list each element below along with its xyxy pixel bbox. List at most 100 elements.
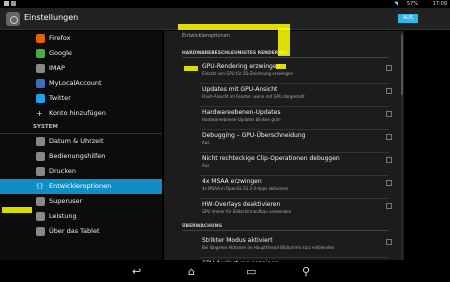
setting-title: 4x MSAA erzwingen xyxy=(202,178,262,185)
setting-summary: GPU immer für Bildschirmaufbau verwenden xyxy=(202,209,292,214)
highlight-mark xyxy=(276,64,286,69)
setting-title: GPU-Rendering erzwingen xyxy=(202,63,281,70)
setting-checkbox[interactable] xyxy=(386,65,392,71)
notification-icon xyxy=(4,1,9,6)
sidebar-item[interactable]: Bedienungshilfen xyxy=(0,149,162,164)
sidebar-item[interactable]: Twitter xyxy=(0,91,162,106)
sidebar-item-label: IMAP xyxy=(49,64,65,72)
sidebar-item-label: Google xyxy=(49,49,72,57)
setting-title: Debugging – GPU-Überschneidung xyxy=(202,132,306,139)
scrollbar-thumb[interactable] xyxy=(401,35,403,95)
info-icon xyxy=(36,227,45,236)
back-icon[interactable]: ↩ xyxy=(132,266,141,277)
sidebar-item-label: Drucken xyxy=(49,167,77,175)
sidebar-item[interactable]: {} Entwickleroptionen xyxy=(0,179,162,194)
sidebar-item-label: Bedienungshilfen xyxy=(49,152,106,160)
home-icon[interactable]: ⌂ xyxy=(188,266,195,277)
sidebar-item[interactable]: + Konto hinzufügen xyxy=(0,106,162,121)
scrollbar[interactable] xyxy=(401,31,403,260)
setting-summary: 4x MSAA in OpenGL ES 2.0-Apps aktivieren xyxy=(202,186,289,191)
hand-icon xyxy=(36,152,45,161)
setting-item[interactable]: 4x MSAA erzwingen 4x MSAA in OpenGL ES 2.… xyxy=(202,178,392,191)
braces-icon: {} xyxy=(36,182,45,191)
firefox-icon xyxy=(36,34,45,43)
clock-icon xyxy=(36,137,45,146)
setting-checkbox[interactable] xyxy=(386,134,392,140)
sidebar-item-label: Twitter xyxy=(49,94,71,102)
setting-checkbox[interactable] xyxy=(386,88,392,94)
superuser-icon xyxy=(36,197,45,206)
setting-summary: Hardwareebenen-Updates blinken grün xyxy=(202,117,281,122)
highlight-mark xyxy=(2,207,32,213)
settings-sidebar: Firefox Google IMAP MyLocalAccount Twitter + K… xyxy=(0,31,162,260)
setting-checkbox[interactable] xyxy=(386,180,392,186)
setting-item[interactable]: GPU-Rendering erzwingen Einsatz von GPU f… xyxy=(202,63,392,76)
developer-options-toggle[interactable]: AUS xyxy=(398,14,418,23)
page-title: Einstellungen xyxy=(24,13,79,22)
setting-checkbox[interactable] xyxy=(386,239,392,245)
highlight-mark xyxy=(184,66,198,71)
twitter-icon xyxy=(36,94,45,103)
setting-item[interactable]: Nicht rechteckige Clip-Operationen debug… xyxy=(202,155,392,168)
divider xyxy=(199,198,389,199)
panel-title: Entwickleroptionen xyxy=(182,33,230,39)
sidebar-item[interactable]: IMAP xyxy=(0,61,162,76)
sidebar-item[interactable]: MyLocalAccount xyxy=(0,76,162,91)
mail-icon xyxy=(36,64,45,73)
setting-item[interactable]: Strikter Modus aktiviert Bei längeren Akt… xyxy=(202,237,392,250)
printer-icon xyxy=(36,167,45,176)
setting-checkbox[interactable] xyxy=(386,111,392,117)
wifi-icon: ◥ xyxy=(394,1,398,7)
setting-summary: Einsatz von GPU für 2D-Zeichnung erzwing… xyxy=(202,71,294,76)
notification-icon xyxy=(11,1,16,6)
sidebar-item-label: Firefox xyxy=(49,34,71,42)
sidebar-item-label: MyLocalAccount xyxy=(49,79,102,87)
setting-item[interactable]: Updates mit GPU-Ansicht Flash-Ansicht im … xyxy=(202,86,392,99)
settings-app-icon[interactable] xyxy=(6,12,20,26)
sidebar-item[interactable]: Drucken xyxy=(0,164,162,179)
setting-title: HW-Overlays deaktivieren xyxy=(202,201,281,208)
sidebar-item-label: Konto hinzufügen xyxy=(49,109,106,117)
sidebar-item[interactable]: Datum & Uhrzeit xyxy=(0,134,162,149)
setting-title: Nicht rechteckige Clip-Operationen debug… xyxy=(202,155,340,162)
clock: 17:09 xyxy=(432,1,447,7)
plus-icon: + xyxy=(36,109,45,118)
setting-item[interactable]: Hardwareebenen-Updates Hardwareebenen-Upd… xyxy=(202,109,392,122)
setting-title: Hardwareebenen-Updates xyxy=(202,109,281,116)
setting-item[interactable]: Debugging – GPU-Überschneidung Aus xyxy=(202,132,392,145)
divider xyxy=(199,106,389,107)
setting-summary: Flash-Ansicht im Fenster, wenn mit GPU d… xyxy=(202,94,305,99)
highlight-mark xyxy=(178,24,290,30)
setting-summary: Bei längeren Aktionen im Hauptthread Bil… xyxy=(202,245,335,250)
divider xyxy=(199,83,389,84)
sidebar-item[interactable]: Google xyxy=(0,46,162,61)
setting-item[interactable]: HW-Overlays deaktivieren GPU immer für Bi… xyxy=(202,201,392,214)
section-header-system: SYSTEM xyxy=(0,121,162,134)
sidebar-item-label: Leistung xyxy=(49,212,77,220)
sidebar-item-label: Superuser xyxy=(49,197,83,205)
battery-level: 57% xyxy=(406,1,418,7)
setting-summary: Aus xyxy=(202,163,210,168)
setting-title: Strikter Modus aktiviert xyxy=(202,237,273,244)
setting-checkbox[interactable] xyxy=(386,203,392,209)
divider xyxy=(199,257,389,258)
navigation-bar: ↩ ⌂ ▭ ⚲ xyxy=(0,262,450,282)
sidebar-item-label: Über das Tablet xyxy=(49,227,100,235)
divider xyxy=(199,152,389,153)
divider xyxy=(199,175,389,176)
sidebar-item[interactable]: Firefox xyxy=(0,31,162,46)
divider xyxy=(199,129,389,130)
search-icon[interactable]: ⚲ xyxy=(302,266,310,277)
setting-summary: Aus xyxy=(202,140,210,145)
google-icon xyxy=(36,49,45,58)
recent-apps-icon[interactable]: ▭ xyxy=(246,266,256,277)
account-icon xyxy=(36,79,45,88)
sidebar-item-label: Datum & Uhrzeit xyxy=(49,137,104,145)
leistung-icon xyxy=(36,212,45,221)
status-bar: ◥ 57% 17:09 xyxy=(0,0,450,8)
setting-checkbox[interactable] xyxy=(386,157,392,163)
setting-title: Updates mit GPU-Ansicht xyxy=(202,86,278,93)
sidebar-item-label: Entwickleroptionen xyxy=(49,182,112,190)
sidebar-item[interactable]: Über das Tablet xyxy=(0,224,162,239)
highlight-mark xyxy=(278,28,290,56)
